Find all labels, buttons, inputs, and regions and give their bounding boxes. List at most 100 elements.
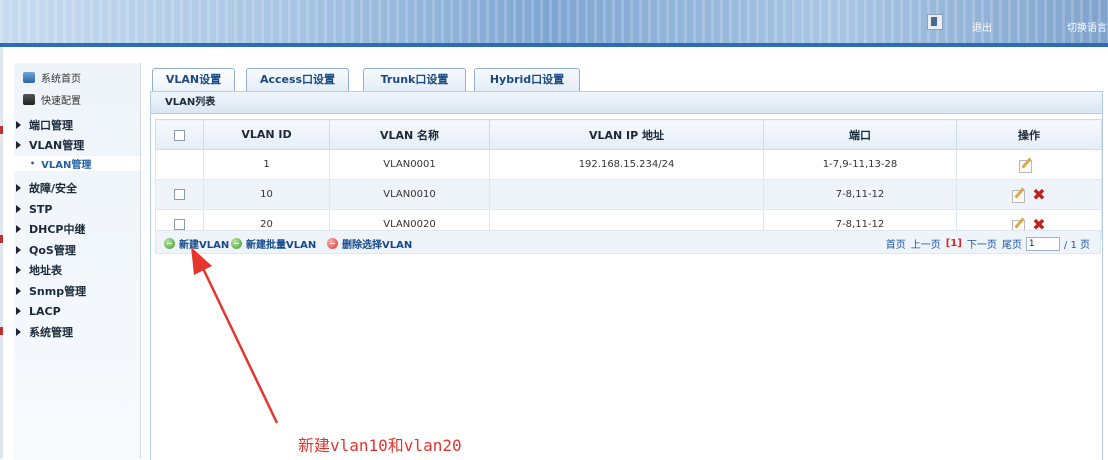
menu-dhcp-relay[interactable]: DHCP中继 xyxy=(16,221,85,237)
sidebar-item-home[interactable]: 系统首页 xyxy=(23,70,81,85)
logout-link[interactable]: 退出 xyxy=(972,19,992,34)
menu-snmp[interactable]: Snmp管理 xyxy=(16,283,86,299)
menu-vlan-management[interactable]: VLAN管理 xyxy=(16,137,84,153)
menu-label: LACP xyxy=(29,304,61,318)
menu-label: 系统管理 xyxy=(29,326,73,339)
logout-icon[interactable] xyxy=(927,14,943,30)
table-row: 10 VLAN0010 7-8,11-12 ✖ xyxy=(155,179,1102,210)
tab-trunk-port-settings[interactable]: Trunk口设置 xyxy=(363,68,466,91)
table-header-row: VLAN ID VLAN 名称 VLAN IP 地址 端口 操作 xyxy=(155,119,1102,150)
caret-right-icon xyxy=(16,287,21,295)
current-page: [1] xyxy=(945,238,962,249)
menu-label: STP xyxy=(29,202,53,216)
action-bar: 新建VLAN 新建批量VLAN 删除选择VLAN 首页 上一页 [1] 下一页 … xyxy=(155,230,1101,254)
edit-icon[interactable] xyxy=(1012,188,1026,203)
left-edge xyxy=(0,47,3,459)
delete-selected-vlan-button[interactable]: 删除选择VLAN xyxy=(327,236,412,251)
vlan-name-cell: VLAN0001 xyxy=(329,149,490,180)
menu-label: DHCP中继 xyxy=(29,223,86,236)
vlan-id-cell: 10 xyxy=(203,179,330,210)
sidebar-item-label: 快速配置 xyxy=(41,95,81,107)
ports-cell: 7-8,11-12 xyxy=(763,179,957,210)
bullet-icon: • xyxy=(30,159,36,168)
menu-label: 故障/安全 xyxy=(29,182,78,195)
column-header: VLAN 名称 xyxy=(329,119,490,150)
submenu-label: VLAN管理 xyxy=(41,160,92,171)
select-cell xyxy=(155,179,204,210)
quick-config-icon xyxy=(23,93,35,105)
add-icon xyxy=(164,238,175,249)
column-header: VLAN ID xyxy=(203,119,330,150)
page-number-input[interactable]: 1 xyxy=(1025,236,1060,251)
header-divider xyxy=(0,43,1108,47)
caret-right-icon xyxy=(16,205,21,213)
tab-hybrid-port-settings[interactable]: Hybrid口设置 xyxy=(474,68,580,91)
sidebar-item-label: 系统首页 xyxy=(41,73,81,85)
column-header: 操作 xyxy=(956,119,1102,150)
first-page-link[interactable]: 首页 xyxy=(886,236,906,251)
menu-stp[interactable]: STP xyxy=(16,201,53,217)
edge-marker xyxy=(0,126,3,134)
caret-right-icon xyxy=(16,246,21,254)
column-header: VLAN IP 地址 xyxy=(489,119,764,150)
tab-access-port-settings[interactable]: Access口设置 xyxy=(246,68,349,91)
caret-right-icon xyxy=(16,184,21,192)
caret-right-icon xyxy=(16,141,21,149)
actions-cell xyxy=(956,149,1102,180)
last-page-link[interactable]: 尾页 xyxy=(1002,236,1022,251)
vlan-id-cell: 1 xyxy=(203,149,330,180)
annotation-text: 新建vlan10和vlan20 xyxy=(298,436,462,455)
menu-qos[interactable]: QoS管理 xyxy=(16,242,76,258)
delete-icon[interactable]: ✖ xyxy=(1032,187,1045,203)
select-all-cell xyxy=(155,119,204,150)
menu-label: 地址表 xyxy=(29,264,62,277)
menu-port-management[interactable]: 端口管理 xyxy=(16,117,73,133)
select-cell xyxy=(155,149,204,180)
select-all-checkbox[interactable] xyxy=(174,129,185,141)
switch-language-link[interactable]: 切换语言 xyxy=(1067,19,1107,34)
total-pages: / 1 页 xyxy=(1063,240,1090,251)
caret-right-icon xyxy=(16,266,21,274)
button-label: 新建VLAN xyxy=(179,240,230,251)
next-page-link[interactable]: 下一页 xyxy=(967,236,997,251)
sidebar-item-quick-config[interactable]: 快速配置 xyxy=(23,92,81,107)
submenu-vlan-management[interactable]: • VLAN管理 xyxy=(14,156,140,171)
menu-address-table[interactable]: 地址表 xyxy=(16,262,62,278)
caret-right-icon xyxy=(16,121,21,129)
actions-cell: ✖ xyxy=(956,179,1102,210)
add-icon xyxy=(231,238,242,249)
vlan-ip-cell xyxy=(489,179,764,210)
caret-right-icon xyxy=(16,328,21,336)
table-row: 1 VLAN0001 192.168.15.234/24 1-7,9-11,13… xyxy=(155,149,1102,180)
menu-label: 端口管理 xyxy=(29,119,73,132)
new-vlan-button[interactable]: 新建VLAN xyxy=(164,236,229,251)
remove-icon xyxy=(327,238,338,249)
edit-icon[interactable] xyxy=(1019,158,1033,173)
home-icon xyxy=(23,71,35,83)
caret-right-icon xyxy=(16,307,21,315)
vlan-panel: VLAN列表 VLAN ID VLAN 名称 VLAN IP 地址 端口 操作 … xyxy=(150,91,1103,460)
panel-title: VLAN列表 xyxy=(151,92,1102,114)
vlan-ip-cell: 192.168.15.234/24 xyxy=(489,149,764,180)
caret-right-icon xyxy=(16,225,21,233)
ports-cell: 1-7,9-11,13-28 xyxy=(763,149,957,180)
menu-lacp[interactable]: LACP xyxy=(16,303,61,319)
menu-label: VLAN管理 xyxy=(29,139,85,152)
vlan-table: VLAN ID VLAN 名称 VLAN IP 地址 端口 操作 1 VLAN0… xyxy=(155,119,1102,240)
edge-marker xyxy=(0,235,3,243)
menu-system-management[interactable]: 系统管理 xyxy=(16,324,73,340)
column-header: 端口 xyxy=(763,119,957,150)
menu-label: Snmp管理 xyxy=(29,285,87,298)
menu-label: QoS管理 xyxy=(29,244,76,257)
button-label: 删除选择VLAN xyxy=(342,240,413,251)
sidebar: 系统首页 快速配置 端口管理 VLAN管理 • VLAN管理 故障/安全 STP … xyxy=(14,63,141,459)
row-checkbox[interactable] xyxy=(174,188,185,200)
edge-marker xyxy=(0,327,3,335)
row-checkbox[interactable] xyxy=(174,218,185,230)
vlan-name-cell: VLAN0010 xyxy=(329,179,490,210)
menu-fault-security[interactable]: 故障/安全 xyxy=(16,180,77,196)
tab-vlan-settings[interactable]: VLAN设置 xyxy=(152,68,235,92)
prev-page-link[interactable]: 上一页 xyxy=(911,236,941,251)
button-label: 新建批量VLAN xyxy=(246,240,317,251)
new-batch-vlan-button[interactable]: 新建批量VLAN xyxy=(231,236,316,251)
